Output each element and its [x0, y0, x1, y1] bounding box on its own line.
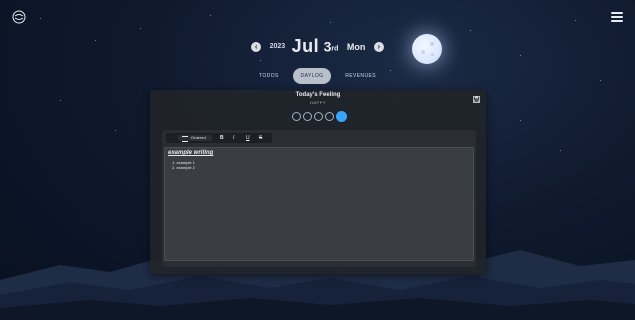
editor-container: Ordered B I U S example writing 1. examp…	[162, 130, 476, 267]
mood-selector	[292, 110, 348, 124]
date-header: ‹ 2023 Jul 3rd Mon ›	[0, 36, 635, 57]
next-day-button[interactable]: ›	[373, 41, 384, 52]
content-face-icon[interactable]	[325, 112, 334, 121]
prev-day-button[interactable]: ‹	[251, 41, 262, 52]
list-type-dropdown[interactable]: Ordered	[178, 135, 212, 142]
save-icon[interactable]	[473, 96, 480, 103]
rich-text-editor[interactable]: example writing 1. example 1 2. example …	[164, 147, 474, 261]
feeling-subtitle: HAPPY	[309, 100, 327, 105]
happy-face-icon[interactable]	[336, 111, 347, 122]
app-logo-icon[interactable]	[12, 10, 26, 24]
very-sad-face-icon[interactable]	[292, 112, 301, 121]
day-suffix: rd	[331, 45, 339, 53]
tab-daylog[interactable]: DAYLOG	[292, 68, 332, 84]
tab-revenues[interactable]: REVENUES	[337, 68, 384, 84]
bold-button[interactable]: B	[220, 135, 224, 141]
neutral-face-icon[interactable]	[314, 112, 323, 121]
feeling-title: Today's Feeling	[295, 92, 341, 98]
list-icon	[182, 136, 188, 142]
month-label: Jul	[291, 36, 320, 56]
daylog-panel: Today's Feeling HAPPY Ordered B I U S ex…	[150, 90, 486, 274]
list-item: 2. example 2	[172, 165, 195, 170]
menu-icon[interactable]	[611, 12, 623, 24]
sad-face-icon[interactable]	[303, 112, 312, 121]
editor-toolbar: Ordered B I U S	[166, 133, 272, 143]
list-type-label: Ordered	[191, 135, 206, 140]
underline-button[interactable]: U	[246, 135, 250, 141]
editor-heading: example writing	[168, 150, 214, 156]
weekday-label: Mon	[346, 41, 366, 52]
tab-todos[interactable]: TODOS	[251, 68, 287, 84]
italic-button[interactable]: I	[233, 135, 234, 141]
year-label: 2023	[269, 43, 286, 50]
tab-bar: TODOS DAYLOG REVENUES	[0, 68, 635, 84]
strikethrough-button[interactable]: S	[259, 135, 262, 141]
